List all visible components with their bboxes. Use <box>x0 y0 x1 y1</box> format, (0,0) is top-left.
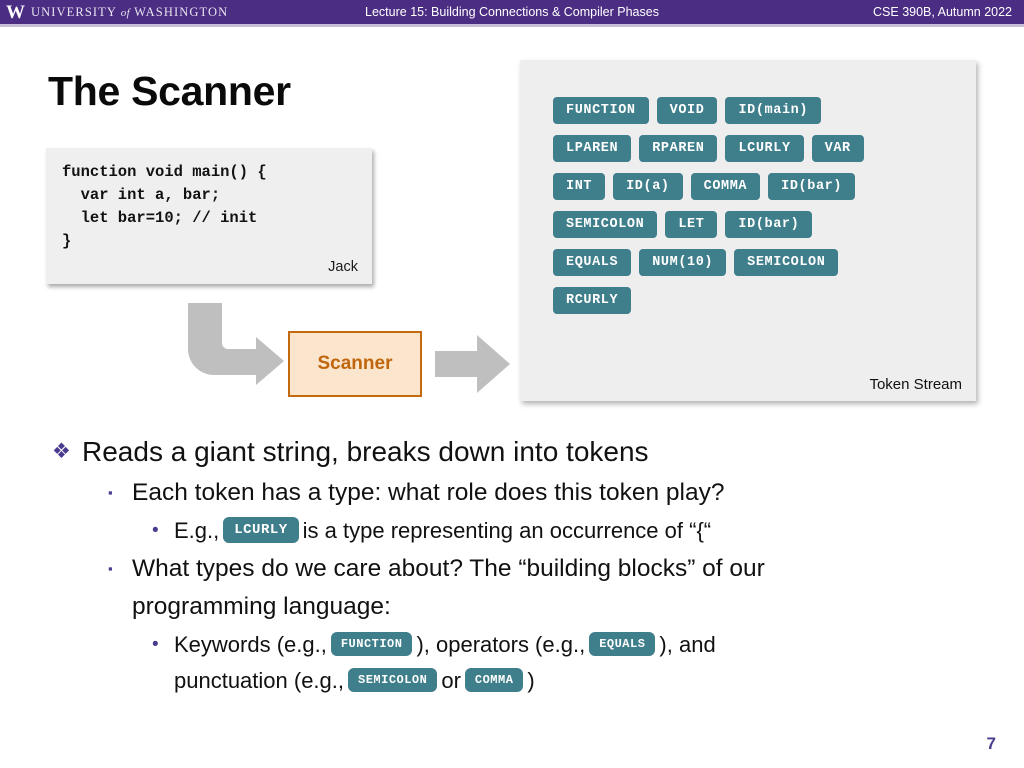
token-chip-comma: COMMA <box>690 173 761 200</box>
bullet-level1-text: Reads a giant string, breaks down into t… <box>82 436 649 467</box>
page-title: The Scanner <box>48 68 291 114</box>
header-underline-divider <box>0 24 1024 27</box>
bullet-level3-keywords-operators: • Keywords (e.g., FUNCTION), operators (e… <box>48 627 968 699</box>
uw-brand-name: UNIVERSITY of WASHINGTON <box>31 5 228 20</box>
header-course-container: CSE 390B, Autumn 2022 <box>873 0 1012 24</box>
inline-chip-equals: EQUALS <box>589 632 656 657</box>
token-chip-id-a: ID(a) <box>613 173 683 200</box>
diamond-bullet-icon: ❖ <box>52 440 71 463</box>
bullet-level2-token-type: ▪ Each token has a type: what role does … <box>48 474 968 512</box>
token-chip-id-bar: ID(bar) <box>768 173 856 200</box>
bullet-level3-lcurly-example: • E.g., LCURLY is a type representing an o… <box>48 513 968 549</box>
token-row: EQUALS NUM(10) SEMICOLON <box>553 249 953 276</box>
token-row: SEMICOLON LET ID(bar) <box>553 211 953 238</box>
elbow-arrow-icon <box>186 303 286 390</box>
source-code-caption: Jack <box>328 259 358 275</box>
uw-w-logo-icon: W <box>6 1 25 23</box>
scanner-stage-box: Scanner <box>288 331 422 397</box>
token-chip-rows: FUNCTION VOID ID(main) LPAREN RPAREN LCURLY VA… <box>553 97 953 325</box>
level3b-seg1: Keywords (e.g., <box>174 632 327 657</box>
bullet-level3b-text: Keywords (e.g., FUNCTION), operators (e.g… <box>174 627 716 699</box>
dot-bullet-icon: • <box>152 520 159 541</box>
token-chip-function: FUNCTION <box>553 97 649 124</box>
token-stream-caption: Token Stream <box>869 376 962 393</box>
token-chip-semicolon: SEMICOLON <box>734 249 839 276</box>
level2b-line2: programming language: <box>132 593 391 620</box>
token-chip-void: VOID <box>656 97 718 124</box>
level3b-seg4: punctuation (e.g., <box>174 668 345 693</box>
bullet-level3a-text: E.g., LCURLY is a type representing an occ… <box>174 513 711 549</box>
level3a-prefix: E.g., <box>174 518 220 543</box>
token-row: INT ID(a) COMMA ID(bar) <box>553 173 953 200</box>
token-chip-lcurly: LCURLY <box>725 135 804 162</box>
uw-brand-name-part2: WASHINGTON <box>134 4 229 19</box>
header-course-label: CSE 390B, Autumn 2022 <box>873 5 1012 19</box>
token-row: RCURLY <box>553 287 953 314</box>
bullet-list: ❖ Reads a giant string, breaks down into… <box>48 432 968 700</box>
token-chip-rcurly: RCURLY <box>553 287 632 314</box>
source-code-card: function void main() { var int a, bar; l… <box>46 148 372 284</box>
inline-chip-semicolon: SEMICOLON <box>348 668 438 693</box>
level3b-seg3: ), and <box>659 632 716 657</box>
bullet-level2-building-blocks: ▪ What types do we care about? The “buil… <box>48 550 968 626</box>
right-arrow-icon <box>435 333 511 400</box>
token-chip-semicolon: SEMICOLON <box>553 211 658 238</box>
uw-brand: W UNIVERSITY of WASHINGTON <box>0 3 300 22</box>
square-bullet-icon: ▪ <box>108 485 113 500</box>
uw-brand-name-part1: UNIVERSITY <box>31 4 117 19</box>
level3b-seg2: ), operators (e.g., <box>416 632 586 657</box>
inline-chip-lcurly: LCURLY <box>223 517 299 544</box>
token-chip-int: INT <box>553 173 606 200</box>
inline-chip-function: FUNCTION <box>330 632 413 657</box>
token-chip-let: LET <box>665 211 718 238</box>
slide-header-bar: W UNIVERSITY of WASHINGTON <box>0 0 1024 24</box>
token-row: FUNCTION VOID ID(main) <box>553 97 953 124</box>
dot-bullet-icon-2: • <box>152 634 159 655</box>
bullet-level1-reads: ❖ Reads a giant string, breaks down into… <box>48 432 968 472</box>
bullet-level2a-text: Each token has a type: what role does th… <box>132 479 725 506</box>
token-chip-equals: EQUALS <box>553 249 632 276</box>
level2b-line1: What types do we care about? The “buildi… <box>132 555 765 582</box>
level3b-seg6: ) <box>527 668 535 693</box>
token-chip-num-10: NUM(10) <box>639 249 727 276</box>
token-chip-lparen: LPAREN <box>553 135 632 162</box>
token-stream-panel: FUNCTION VOID ID(main) LPAREN RPAREN LCURLY VA… <box>520 60 976 401</box>
bullet-level2b-text: What types do we care about? The “buildi… <box>132 550 765 626</box>
token-chip-var: VAR <box>811 135 864 162</box>
square-bullet-icon-2: ▪ <box>108 561 113 576</box>
source-code-text: function void main() { var int a, bar; l… <box>62 163 267 250</box>
inline-chip-comma: COMMA <box>464 668 524 693</box>
token-chip-rparen: RPAREN <box>639 135 718 162</box>
level3a-suffix: is a type representing an occurrence of … <box>302 518 712 543</box>
token-row: LPAREN RPAREN LCURLY VAR <box>553 135 953 162</box>
slide-page-number: 7 <box>986 734 996 753</box>
token-chip-id-bar: ID(bar) <box>725 211 813 238</box>
scanner-stage-label: Scanner <box>317 353 393 374</box>
token-chip-id-main: ID(main) <box>725 97 822 124</box>
level3b-seg5: or <box>441 668 461 693</box>
uw-brand-name-of: of <box>120 6 131 19</box>
